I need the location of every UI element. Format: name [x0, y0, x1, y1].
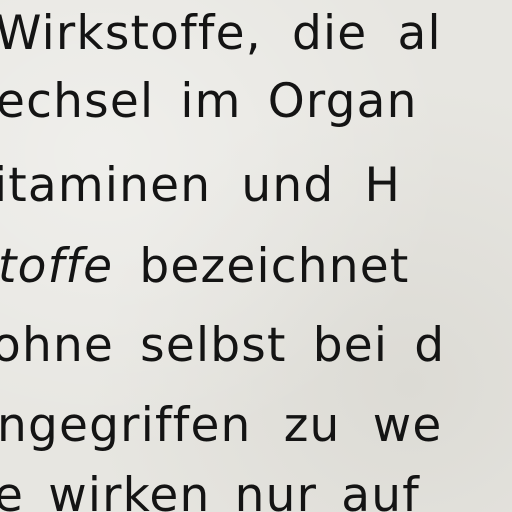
- document-page: Wirkstoffe, die al echsel im Organ itami…: [0, 0, 512, 512]
- text-line-6: ngegriffen zu we: [0, 398, 443, 453]
- text-line-5: ohne selbst bei d: [0, 318, 446, 373]
- text-line-3: itaminen und H: [0, 158, 402, 213]
- text-line-2: echsel im Organ: [0, 74, 418, 129]
- text-line-4-rest: bezeichnet: [113, 239, 410, 294]
- text-line-4: toffe bezeichnet: [0, 243, 410, 290]
- text-line-7: e wirken nur auf: [0, 468, 421, 512]
- text-line-1: Wirkstoffe, die al: [0, 6, 442, 61]
- italic-term: toffe: [0, 239, 114, 294]
